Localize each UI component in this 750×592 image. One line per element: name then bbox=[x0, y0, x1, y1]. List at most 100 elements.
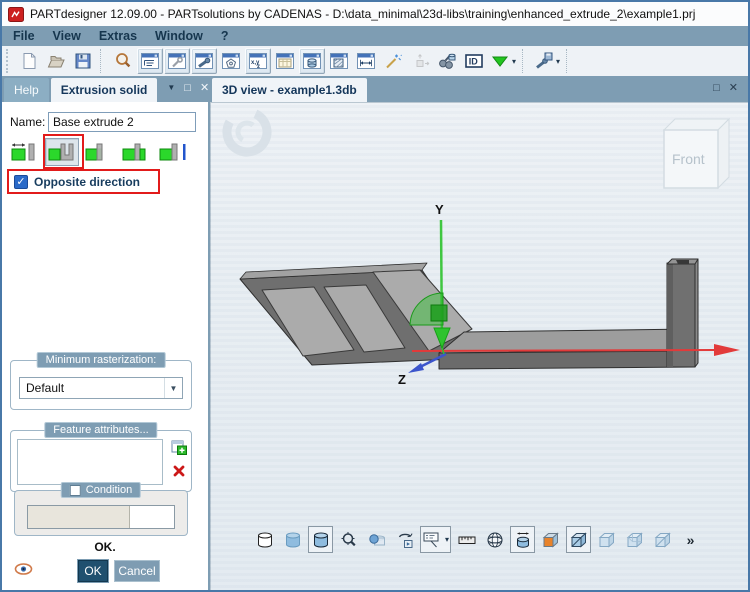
3d-viewport[interactable]: Front bbox=[210, 102, 748, 590]
open-file-button[interactable] bbox=[43, 48, 69, 74]
tab-3d-view-label: 3D view - example1.3db bbox=[222, 83, 357, 97]
surface-window-button[interactable] bbox=[326, 48, 352, 74]
placement-button bbox=[407, 48, 433, 74]
cancel-button[interactable]: Cancel bbox=[114, 560, 160, 582]
new-file-button[interactable] bbox=[16, 48, 42, 74]
view-close-icon[interactable]: ✕ bbox=[729, 83, 738, 94]
mesh-display-button[interactable] bbox=[482, 526, 507, 553]
dimension-window-button[interactable] bbox=[353, 48, 379, 74]
tab-extrusion-solid[interactable]: Extrusion solid bbox=[51, 78, 158, 102]
min-rasterization-select[interactable]: Default ▼ bbox=[19, 377, 183, 399]
panel-close-icon[interactable]: ✕ bbox=[200, 83, 209, 94]
label-callout-icon bbox=[422, 530, 442, 550]
save-part-button[interactable]: ▾ bbox=[532, 48, 562, 74]
svg-text:ID: ID bbox=[469, 57, 479, 67]
cyl-edges-icon bbox=[311, 530, 331, 550]
screw-save-icon bbox=[534, 51, 554, 71]
extruded-model[interactable] bbox=[240, 259, 698, 369]
extrude-up-to-plane-button[interactable] bbox=[156, 138, 190, 166]
preview-eye-icon[interactable] bbox=[14, 562, 33, 581]
window-title: PARTdesigner 12.09.00 - PARTsolutions by… bbox=[30, 7, 695, 21]
variables-button[interactable]: x,yz bbox=[245, 48, 271, 74]
condition-input-disabled bbox=[28, 506, 130, 528]
caret-down-icon: ▾ bbox=[556, 57, 560, 66]
rotation-animation-button[interactable] bbox=[392, 526, 417, 553]
min-rasterization-title: Minimum rasterization: bbox=[37, 352, 166, 368]
menu-file[interactable]: File bbox=[4, 26, 44, 46]
extrude-through-all-button[interactable] bbox=[82, 138, 116, 166]
name-row: Name: bbox=[2, 112, 208, 132]
clip-face-icon bbox=[541, 530, 561, 550]
combo-arrow-icon[interactable]: ▼ bbox=[164, 378, 182, 398]
delete-attribute-icon[interactable] bbox=[172, 464, 186, 483]
clipping-plane-button[interactable] bbox=[538, 526, 563, 553]
panel-menu-icon[interactable]: ▼ bbox=[167, 84, 175, 92]
menu-window[interactable]: Window bbox=[146, 26, 212, 46]
value-table-button[interactable] bbox=[272, 48, 298, 74]
menu-[interactable]: ? bbox=[212, 26, 238, 46]
tools-button[interactable] bbox=[164, 48, 190, 74]
view-cube[interactable]: Front bbox=[664, 119, 729, 188]
add-attribute-icon[interactable] bbox=[171, 439, 188, 461]
tab-3d-view[interactable]: 3D view - example1.3db bbox=[212, 78, 367, 102]
3d-view-panel: 3D view - example1.3db □ ✕ bbox=[210, 76, 748, 590]
part-editor-button[interactable] bbox=[191, 48, 217, 74]
extrude-mid-plane-icon bbox=[120, 141, 152, 163]
opposite-direction-checkbox[interactable]: ✓ bbox=[14, 175, 28, 189]
zoom-fit-button[interactable] bbox=[336, 526, 361, 553]
annotations-button[interactable]: ▾ bbox=[420, 526, 451, 553]
dimensioning-button[interactable] bbox=[510, 526, 535, 553]
menu-view[interactable]: View bbox=[44, 26, 90, 46]
name-input[interactable] bbox=[48, 112, 196, 132]
3d-scene[interactable]: Front bbox=[210, 102, 748, 590]
wizard-button[interactable] bbox=[380, 48, 406, 74]
rotate-watermark-icon bbox=[220, 105, 273, 158]
view-wireframe-button[interactable] bbox=[252, 526, 277, 553]
extrusion-window-button[interactable] bbox=[299, 48, 325, 74]
feature-attributes-input[interactable] bbox=[17, 439, 163, 485]
win-screw-icon bbox=[194, 51, 214, 71]
menu-extras[interactable]: Extras bbox=[90, 26, 146, 46]
toolbar-separator bbox=[566, 49, 572, 73]
view-shaded-edges-button[interactable] bbox=[308, 526, 333, 553]
extrusion-panel-body: Name: ✓ Opposite direction Minimum raste… bbox=[2, 102, 208, 590]
cube-light2-icon bbox=[625, 530, 645, 550]
min-rasterization-group: Minimum rasterization: Default ▼ bbox=[10, 360, 192, 410]
save-file-button[interactable] bbox=[70, 48, 96, 74]
view-shaded-button[interactable] bbox=[280, 526, 305, 553]
view-cube-2-button[interactable] bbox=[622, 526, 647, 553]
win-wrench-icon bbox=[167, 51, 187, 71]
extrude-up-to-surface-button[interactable] bbox=[45, 138, 79, 166]
condition-field bbox=[27, 505, 175, 529]
zoom-search-button[interactable] bbox=[110, 48, 136, 74]
view-maximize-icon[interactable]: □ bbox=[713, 83, 720, 94]
view-cube-3-button[interactable] bbox=[650, 526, 675, 553]
history-tree-button[interactable] bbox=[137, 48, 163, 74]
cyl-solid-icon bbox=[283, 530, 303, 550]
folder-open-icon bbox=[46, 51, 66, 71]
tab-help[interactable]: Help bbox=[4, 78, 49, 102]
panel-maximize-icon[interactable]: □ bbox=[184, 83, 191, 94]
condition-checkbox[interactable] bbox=[70, 485, 81, 496]
part-search-button[interactable] bbox=[434, 48, 460, 74]
workspace: HelpExtrusion solid ▼ □ ✕ Name: ✓ Opposi… bbox=[2, 76, 748, 590]
section-view-button[interactable] bbox=[566, 526, 591, 553]
sketcher-button[interactable] bbox=[218, 48, 244, 74]
id-badge-icon: ID bbox=[464, 51, 484, 71]
tri-green-icon bbox=[490, 51, 510, 71]
id-display-button[interactable]: ID bbox=[461, 48, 487, 74]
transparency-button[interactable] bbox=[364, 526, 389, 553]
left-panel-controls: ▼ □ ✕ bbox=[159, 83, 217, 94]
ok-button[interactable]: OK bbox=[78, 560, 108, 582]
measure-button[interactable] bbox=[454, 526, 479, 553]
extrude-up-to-plane-icon bbox=[157, 141, 189, 163]
direction-select-button[interactable]: ▾ bbox=[488, 48, 518, 74]
extrude-mid-plane-button[interactable] bbox=[119, 138, 153, 166]
win-dimension-icon bbox=[356, 51, 376, 71]
min-rasterization-value: Default bbox=[26, 381, 64, 395]
win-hatch-icon bbox=[329, 51, 349, 71]
status-text: OK. bbox=[2, 540, 208, 554]
extrude-fixed-length-button[interactable] bbox=[8, 138, 42, 166]
view-cube-1-button[interactable] bbox=[594, 526, 619, 553]
more-tools-button[interactable]: » bbox=[678, 526, 703, 553]
